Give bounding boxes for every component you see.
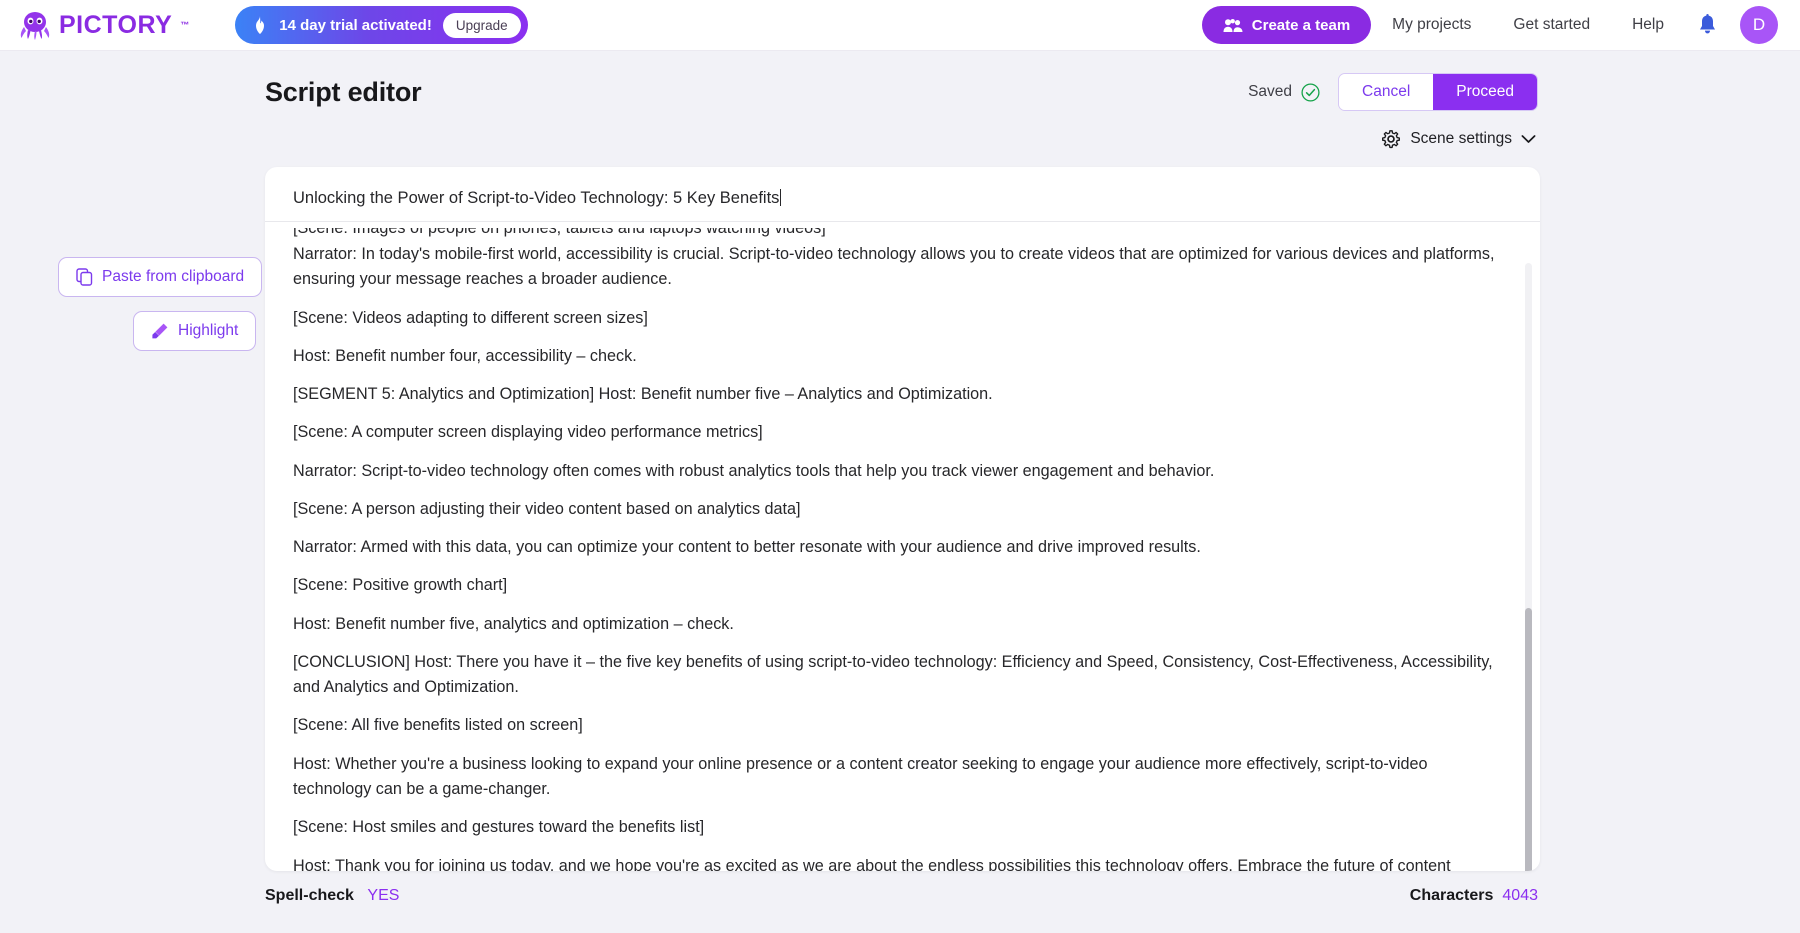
editor-footer: Spell-check YES Characters 4043 <box>0 869 1800 905</box>
action-button-group: Cancel Proceed <box>1338 73 1538 111</box>
upgrade-button[interactable]: Upgrade <box>443 13 521 38</box>
saved-label: Saved <box>1248 83 1292 101</box>
text-cursor <box>780 189 781 206</box>
left-tools-rail: Paste from clipboard Highlight <box>0 167 265 869</box>
octopus-logo-icon <box>18 10 52 40</box>
characters-value: 4043 <box>1502 887 1538 905</box>
script-body-textarea[interactable]: [Scene: Images of people on phones, tabl… <box>265 222 1540 871</box>
script-scrollbar-track[interactable] <box>1525 263 1532 871</box>
script-paragraph: Narrator: In today's mobile-first world,… <box>293 242 1508 293</box>
page-title: Script editor <box>265 77 421 108</box>
script-paragraph: [CONCLUSION] Host: There you have it – t… <box>293 650 1508 701</box>
characters-label: Characters <box>1410 887 1494 905</box>
page-actions: Saved Cancel Proceed <box>1248 73 1538 111</box>
notifications-bell-icon[interactable] <box>1697 14 1718 36</box>
highlighter-icon <box>151 322 169 340</box>
spellcheck-label: Spell-check <box>265 887 354 904</box>
pictory-logo[interactable]: PICTORY ™ <box>18 10 189 40</box>
script-paragraph: Host: Thank you for joining us today, an… <box>293 854 1508 871</box>
highlight-label: Highlight <box>178 322 238 340</box>
script-paragraph: Narrator: Armed with this data, you can … <box>293 535 1508 560</box>
script-paragraph: [Scene: Host smiles and gestures toward … <box>293 815 1508 840</box>
gear-icon <box>1381 129 1401 149</box>
script-paragraph: Host: Whether you're a business looking … <box>293 752 1508 803</box>
script-paragraph: Host: Benefit number four, accessibility… <box>293 344 1508 369</box>
clipped-line-container: [Scene: Images of people on phones, tabl… <box>293 228 1510 242</box>
create-team-button[interactable]: Create a team <box>1202 6 1371 44</box>
spellcheck-value: YES <box>367 887 399 904</box>
cancel-button[interactable]: Cancel <box>1339 74 1433 110</box>
page-header-row: Script editor Saved Cancel Proceed <box>0 51 1800 113</box>
saved-status: Saved <box>1248 83 1320 102</box>
script-editor-card: Unlocking the Power of Script-to-Video T… <box>265 167 1540 871</box>
trademark-symbol: ™ <box>180 20 189 30</box>
user-avatar[interactable]: D <box>1740 6 1778 44</box>
header-actions: Create a team My projects Get started He… <box>1202 6 1778 44</box>
paste-from-clipboard-button[interactable]: Paste from clipboard <box>58 257 262 297</box>
script-paragraph: [Scene: A computer screen displaying vid… <box>293 420 1508 445</box>
script-paragraph: Narrator: Script-to-video technology oft… <box>293 459 1508 484</box>
copy-icon <box>76 268 93 286</box>
script-paragraph: [Scene: Positive growth chart] <box>293 573 1508 598</box>
script-paragraph: [Scene: All five benefits listed on scre… <box>293 713 1508 738</box>
script-paragraph: [SEGMENT 5: Analytics and Optimization] … <box>293 382 1508 407</box>
proceed-button[interactable]: Proceed <box>1433 74 1537 110</box>
paste-label: Paste from clipboard <box>102 268 244 286</box>
spellcheck-status[interactable]: Spell-check YES <box>265 887 399 905</box>
script-title-text: Unlocking the Power of Script-to-Video T… <box>293 189 779 207</box>
team-people-icon <box>1223 18 1243 33</box>
nav-help[interactable]: Help <box>1611 16 1685 34</box>
script-paragraph: [Scene: A person adjusting their video c… <box>293 497 1508 522</box>
saved-check-icon <box>1301 83 1320 102</box>
script-title-input[interactable]: Unlocking the Power of Script-to-Video T… <box>265 167 1540 222</box>
chevron-down-icon <box>1521 134 1536 144</box>
trial-text: 14 day trial activated! <box>279 17 432 34</box>
character-count: Characters 4043 <box>1410 887 1538 905</box>
scene-settings-row: Scene settings <box>0 113 1800 153</box>
flame-icon <box>252 16 268 34</box>
brand-name: PICTORY <box>59 13 172 38</box>
script-paragraph: Host: Benefit number five, analytics and… <box>293 612 1508 637</box>
trial-banner[interactable]: 14 day trial activated! Upgrade <box>235 6 527 44</box>
highlight-button[interactable]: Highlight <box>133 311 256 351</box>
scene-settings-label: Scene settings <box>1410 130 1512 148</box>
scene-settings-dropdown[interactable]: Scene settings <box>1379 125 1538 153</box>
nav-my-projects[interactable]: My projects <box>1371 16 1492 34</box>
script-scrollbar-thumb[interactable] <box>1525 608 1532 871</box>
script-paragraph: [Scene: Videos adapting to different scr… <box>293 306 1508 331</box>
main-content: Paste from clipboard Highlight Unlocking… <box>0 153 1800 869</box>
nav-get-started[interactable]: Get started <box>1492 16 1611 34</box>
clipped-paragraph: [Scene: Images of people on phones, tabl… <box>293 228 1508 241</box>
create-team-label: Create a team <box>1252 17 1350 34</box>
top-navigation-bar: PICTORY ™ 14 day trial activated! Upgrad… <box>0 0 1800 51</box>
